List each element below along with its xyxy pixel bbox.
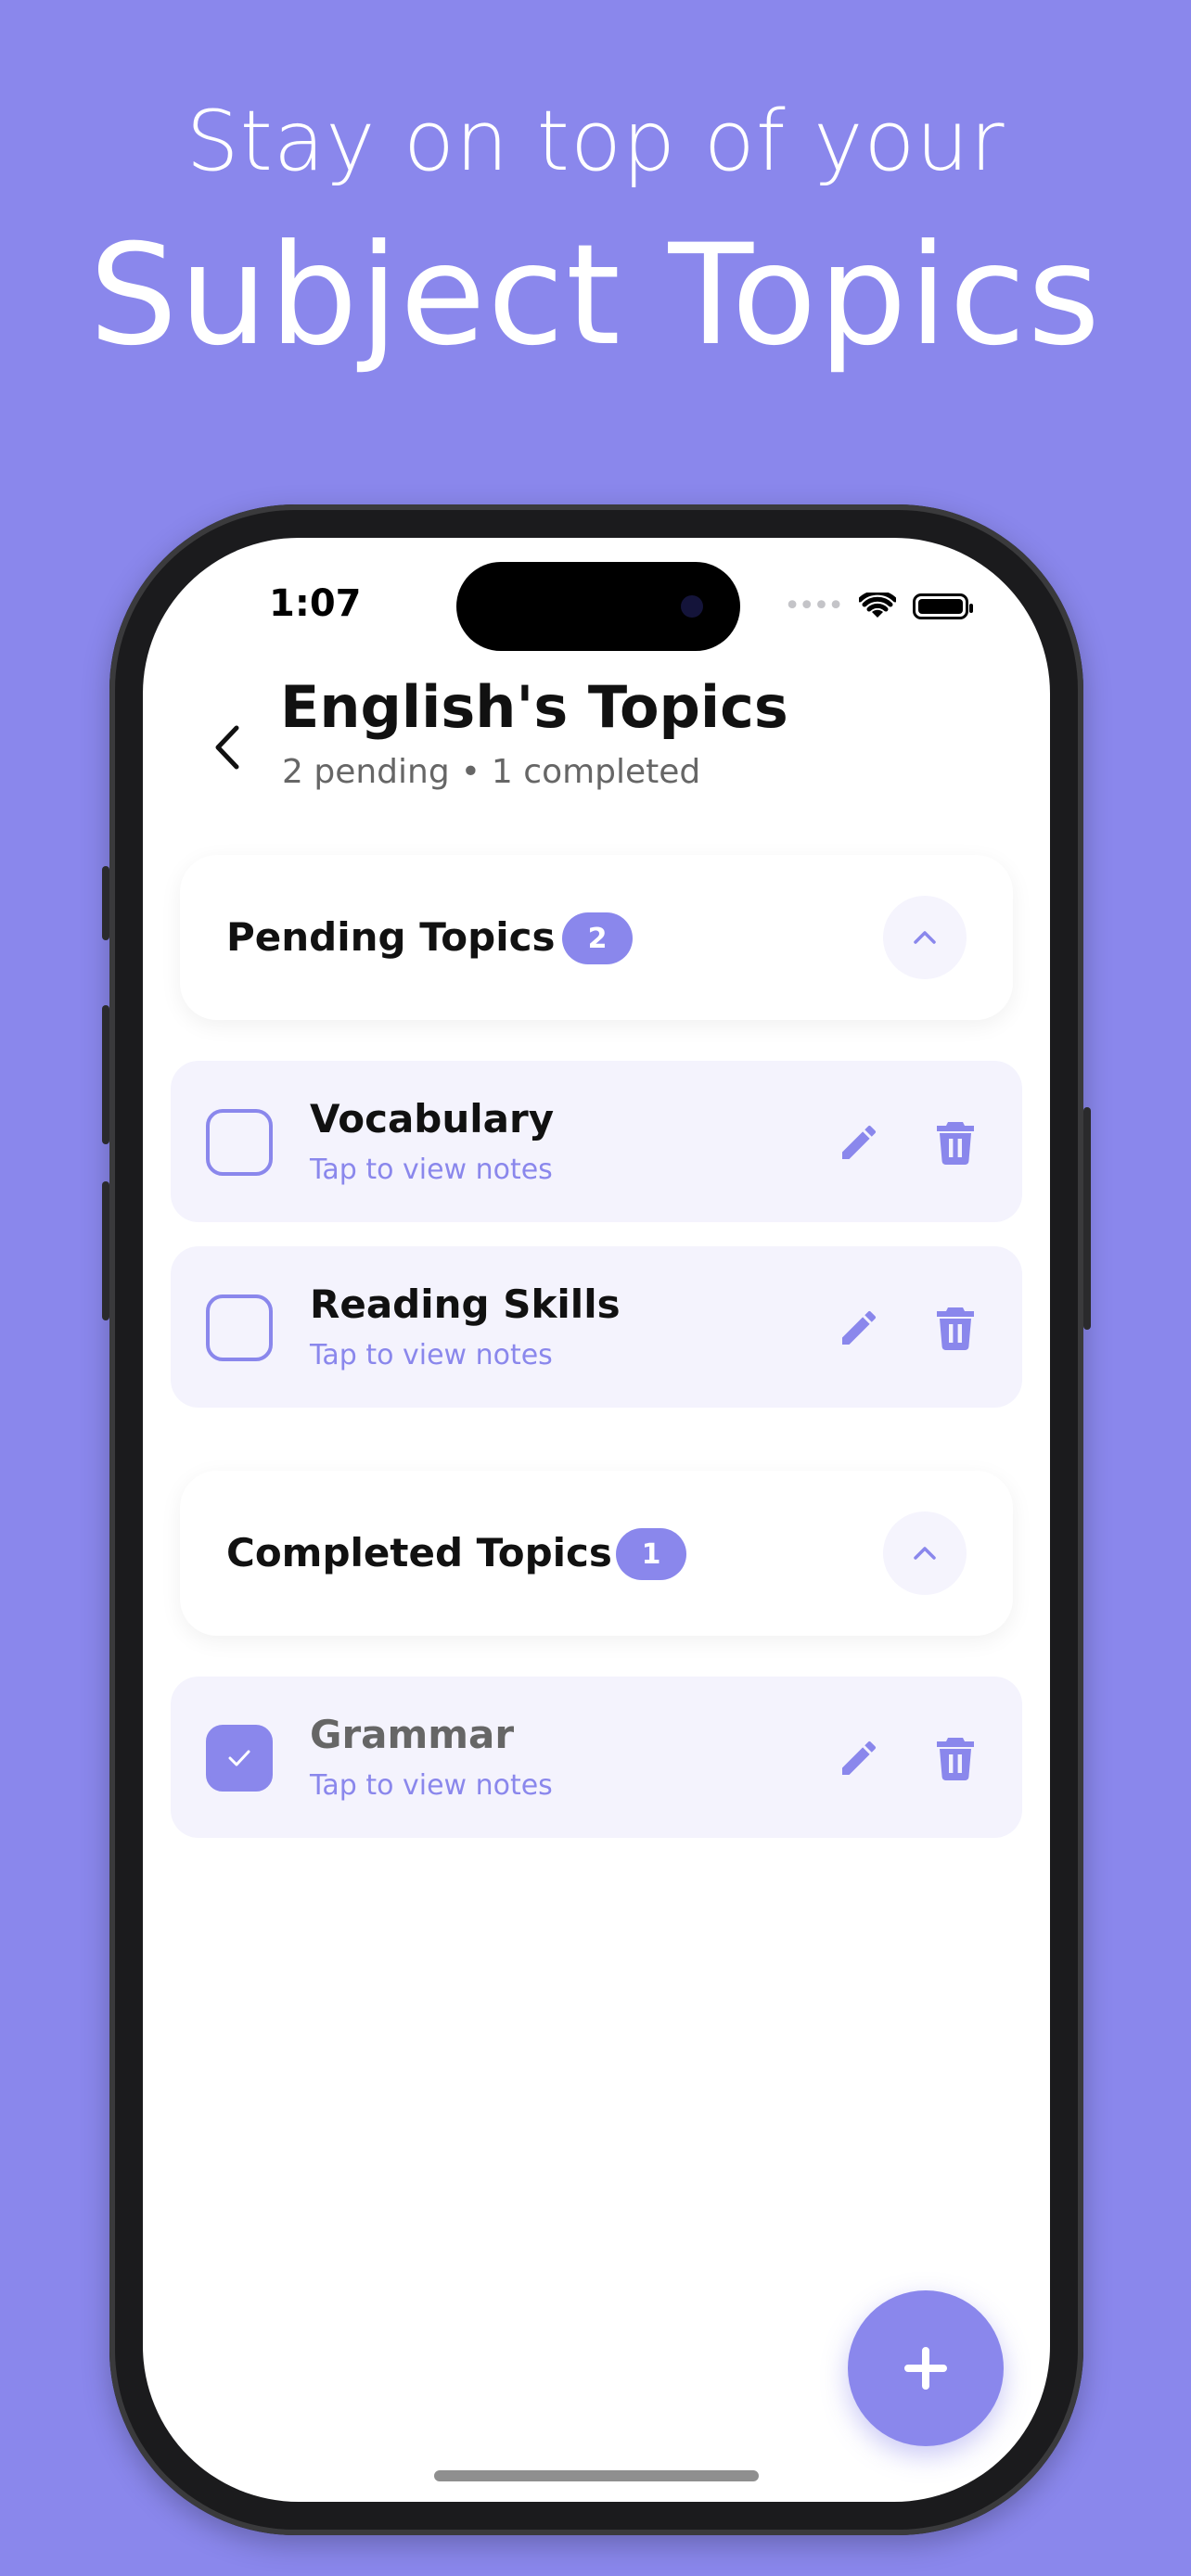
plus-icon <box>904 2347 947 2390</box>
page-title: English's Topics <box>280 673 788 741</box>
checkmark-icon <box>228 1750 250 1766</box>
home-indicator[interactable] <box>434 2470 759 2481</box>
chevron-up-icon <box>914 931 936 944</box>
side-button-power <box>1083 1107 1091 1330</box>
phone-frame: 1:07 •••• English's Topics 2 pending • 1… <box>102 504 1091 2535</box>
topic-name: Reading Skills <box>310 1282 621 1327</box>
topic-hint: Tap to view notes <box>310 1769 553 1802</box>
edit-button[interactable] <box>831 1115 887 1170</box>
camera-icon <box>681 595 703 618</box>
promo-title: Subject Topics <box>89 215 1102 376</box>
pending-count-badge: 2 <box>562 912 633 964</box>
wifi-icon <box>859 592 896 618</box>
side-button-volume-down <box>102 1181 109 1320</box>
pending-section-header[interactable]: Pending Topics 2 <box>180 855 1013 1020</box>
pending-count-text: 2 pending <box>282 753 450 791</box>
chevron-left-icon <box>215 725 239 770</box>
topic-name: Grammar <box>310 1712 515 1757</box>
battery-icon <box>913 593 973 619</box>
completed-count-badge: 1 <box>616 1528 686 1580</box>
topic-hint: Tap to view notes <box>310 1154 553 1186</box>
trash-icon <box>937 1307 974 1350</box>
side-button-volume-up <box>102 1005 109 1144</box>
pending-collapse-button[interactable] <box>883 896 967 979</box>
page-subtitle: 2 pending • 1 completed <box>282 753 700 791</box>
trash-icon <box>937 1122 974 1165</box>
add-topic-button[interactable] <box>848 2290 1004 2446</box>
delete-button[interactable] <box>928 1730 983 1786</box>
side-button-silent <box>102 866 109 940</box>
pending-section-title: Pending Topics <box>226 914 556 960</box>
pencil-icon <box>842 1125 877 1159</box>
back-button[interactable] <box>198 710 254 784</box>
topic-item-vocabulary[interactable]: Vocabulary Tap to view notes <box>171 1061 1022 1222</box>
delete-button[interactable] <box>928 1115 983 1170</box>
pencil-icon <box>842 1310 877 1345</box>
status-time: 1:07 <box>269 582 362 625</box>
completed-collapse-button[interactable] <box>883 1511 967 1595</box>
chevron-up-icon <box>914 1547 936 1560</box>
topic-item-reading-skills[interactable]: Reading Skills Tap to view notes <box>171 1246 1022 1408</box>
completed-count-text: 1 completed <box>491 753 701 791</box>
trash-icon <box>937 1738 974 1780</box>
pencil-icon <box>842 1741 877 1775</box>
signal-dots-icon: •••• <box>784 590 844 622</box>
subtitle-separator: • <box>460 753 480 791</box>
completed-section-title: Completed Topics <box>226 1530 612 1575</box>
promo-headline: Stay on top of your <box>186 93 1005 190</box>
topic-item-grammar[interactable]: Grammar Tap to view notes <box>171 1677 1022 1838</box>
topic-checkbox[interactable] <box>206 1109 273 1176</box>
topic-checkbox[interactable] <box>206 1294 273 1361</box>
delete-button[interactable] <box>928 1300 983 1356</box>
dynamic-island <box>456 562 740 651</box>
edit-button[interactable] <box>831 1730 887 1786</box>
topic-name: Vocabulary <box>310 1096 555 1141</box>
status-icons: •••• <box>784 590 973 622</box>
topic-checkbox-checked[interactable] <box>206 1725 273 1792</box>
completed-section-header[interactable]: Completed Topics 1 <box>180 1471 1013 1636</box>
app-screen: 1:07 •••• English's Topics 2 pending • 1… <box>143 538 1050 2502</box>
edit-button[interactable] <box>831 1300 887 1356</box>
topic-hint: Tap to view notes <box>310 1339 553 1371</box>
